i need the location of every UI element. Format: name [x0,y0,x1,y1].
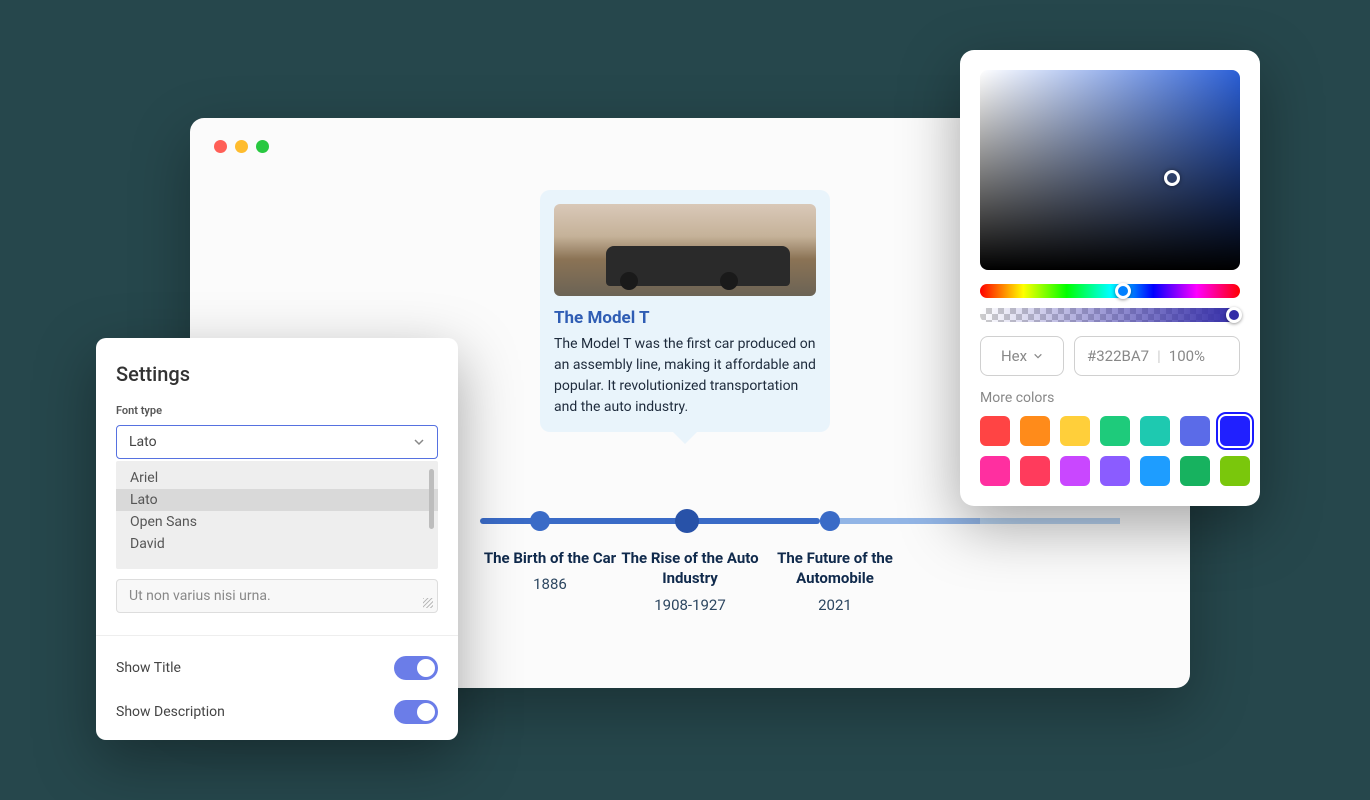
chevron-down-icon [1033,351,1043,361]
color-swatch[interactable] [1180,416,1210,446]
chevron-down-icon [413,436,425,448]
dropdown-scrollbar[interactable] [429,469,434,529]
font-option-open-sans[interactable]: Open Sans [116,511,438,533]
show-description-row: Show Description [116,700,438,724]
color-swatch[interactable] [980,416,1010,446]
timeline-segment [980,518,1120,524]
description-textarea[interactable]: Ut non varius nisi urna. [116,579,438,613]
settings-title: Settings [116,362,438,386]
hex-row: Hex #322BA7 | 100% [980,336,1240,376]
milestone-label: The Future of the Automobile 2021 [760,548,910,615]
milestone-year: 1908-1927 [615,595,765,615]
color-swatch[interactable] [1100,416,1130,446]
timeline-event-card: The Model T The Model T was the first ca… [540,190,830,432]
milestone-dot[interactable] [820,511,840,531]
color-swatch[interactable] [1020,416,1050,446]
font-option-david[interactable]: David [116,533,438,555]
font-select[interactable]: Lato [116,425,438,459]
milestone-dot-active[interactable] [675,509,699,533]
color-swatch[interactable] [1220,416,1250,446]
hue-cursor[interactable] [1115,283,1131,299]
color-format-value: Hex [1001,347,1027,365]
color-format-select[interactable]: Hex [980,336,1064,376]
font-type-label: Font type [116,404,438,417]
color-saturation-area[interactable] [980,70,1240,270]
event-description: The Model T was the first car produced o… [554,334,816,418]
event-image [554,204,816,296]
font-option-lato[interactable]: Lato [116,489,438,511]
show-title-toggle[interactable] [394,656,438,680]
event-title: The Model T [554,308,816,328]
hex-input[interactable]: #322BA7 | 100% [1074,336,1240,376]
textarea-placeholder: Ut non varius nisi urna. [129,588,271,604]
milestone-year: 1886 [475,574,625,594]
color-swatch[interactable] [1020,456,1050,486]
color-swatch[interactable] [1140,416,1170,446]
show-description-toggle[interactable] [394,700,438,724]
color-swatch[interactable] [1100,456,1130,486]
color-swatch[interactable] [1220,456,1250,486]
show-title-label: Show Title [116,660,181,676]
close-window-button[interactable] [214,140,227,153]
show-title-row: Show Title [116,656,438,680]
color-swatch[interactable] [1060,456,1090,486]
milestone-title: The Future of the Automobile [760,548,910,589]
alpha-slider[interactable] [980,308,1240,322]
traffic-lights [214,140,269,153]
font-dropdown: Ariel Lato Open Sans David [116,461,438,569]
milestone-title: The Birth of the Car [475,548,625,568]
hue-slider[interactable] [980,284,1240,298]
show-description-label: Show Description [116,704,225,720]
milestone-dot[interactable] [530,511,550,531]
milestone-year: 2021 [760,595,910,615]
timeline-segment [820,518,980,524]
alpha-cursor[interactable] [1226,307,1242,323]
hex-code: #322BA7 [1087,347,1149,365]
color-swatch[interactable] [1060,416,1090,446]
color-picker-panel: Hex #322BA7 | 100% More colors [960,50,1260,506]
minimize-window-button[interactable] [235,140,248,153]
divider [96,635,458,636]
font-option-ariel[interactable]: Ariel [116,467,438,489]
maximize-window-button[interactable] [256,140,269,153]
settings-panel: Settings Font type Lato Ariel Lato Open … [96,338,458,740]
color-cursor[interactable] [1164,170,1180,186]
color-swatch[interactable] [980,456,1010,486]
hex-separator: | [1157,347,1161,365]
color-swatch[interactable] [1140,456,1170,486]
alpha-percent: 100% [1169,347,1205,365]
milestone-label: The Birth of the Car 1886 [475,548,625,595]
color-swatch[interactable] [1180,456,1210,486]
milestone-title: The Rise of the Auto Industry [615,548,765,589]
milestone-label: The Rise of the Auto Industry 1908-1927 [615,548,765,615]
swatch-grid [980,416,1240,486]
more-colors-label: More colors [980,390,1240,406]
timeline-bar [480,518,1120,524]
resize-handle-icon[interactable] [423,598,433,608]
font-select-value: Lato [129,434,157,450]
